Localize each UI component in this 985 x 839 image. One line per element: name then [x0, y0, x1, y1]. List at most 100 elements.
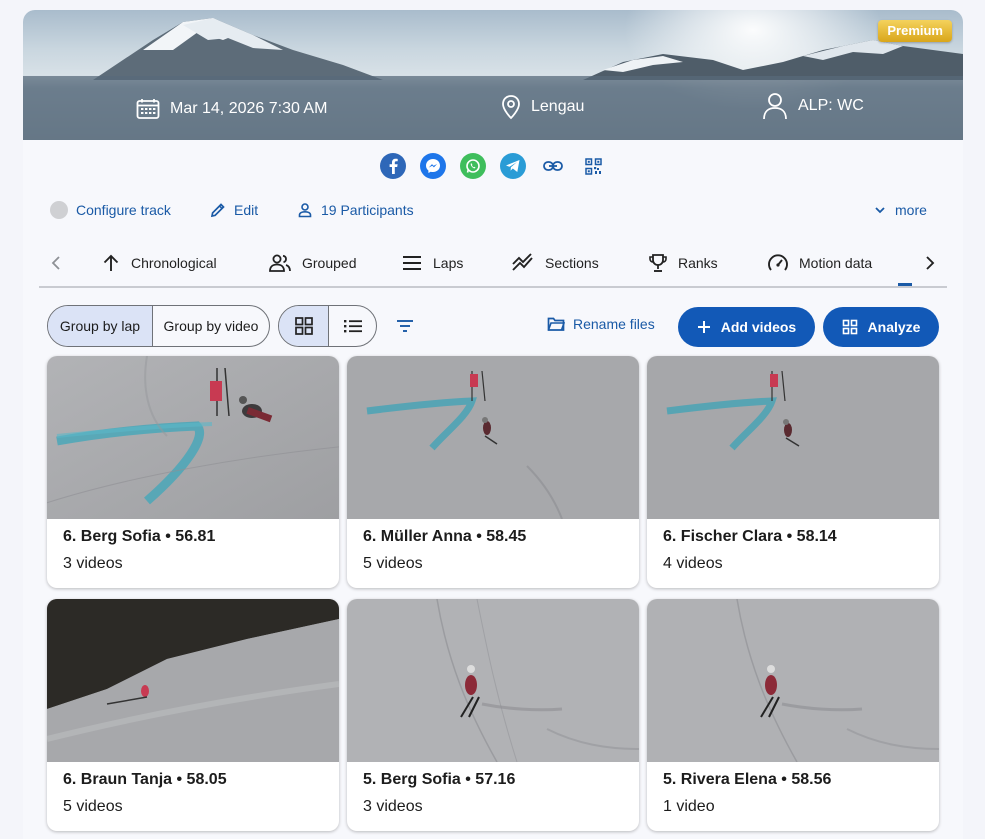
tabs-scroll-left[interactable]: [45, 252, 67, 274]
video-thumbnail[interactable]: [647, 356, 939, 519]
chevron-down-icon: [875, 207, 885, 214]
video-title: 6. Fischer Clara • 58.14: [663, 528, 837, 545]
participant-icon: [298, 203, 312, 218]
more-button[interactable]: more: [873, 198, 927, 222]
arrow-up-icon: [103, 254, 119, 271]
video-count: 5 videos: [63, 798, 123, 815]
video-count: 5 videos: [363, 555, 423, 572]
pencil-icon: [210, 203, 225, 218]
video-title: 5. Rivera Elena • 58.56: [663, 771, 832, 788]
video-card[interactable]: 5. Berg Sofia • 57.16 3 videos: [347, 599, 639, 831]
whatsapp-icon[interactable]: [460, 153, 486, 179]
filter-icon: [397, 320, 413, 332]
dashboard-icon: [842, 319, 857, 335]
video-thumbnail[interactable]: [647, 599, 939, 762]
analyze-button[interactable]: Analyze: [823, 307, 939, 347]
rename-files-label: Rename files: [573, 316, 655, 332]
video-card[interactable]: 5. Rivera Elena • 58.56 1 video: [647, 599, 939, 831]
trend-icon: [512, 253, 533, 271]
grid-view-button[interactable]: [279, 306, 328, 346]
messenger-icon[interactable]: [420, 153, 446, 179]
event-category-text: ALP: WC: [798, 97, 864, 114]
video-title: 6. Braun Tanja • 58.05: [63, 771, 227, 788]
event-date: Mar 14, 2026 7:30 AM: [136, 97, 327, 121]
tab-label: Sections: [545, 255, 599, 271]
tab-chronological[interactable]: Chronological: [101, 251, 217, 275]
tab-sections[interactable]: Sections: [511, 251, 599, 275]
group-by-video-button[interactable]: Group by video: [152, 306, 269, 346]
configure-track-button[interactable]: Configure track: [50, 198, 171, 222]
folder-icon: [547, 317, 565, 331]
facebook-icon[interactable]: [380, 153, 406, 179]
event-location: Lengau: [501, 95, 585, 120]
tab-label: Chronological: [131, 255, 217, 271]
event-location-text: Lengau: [531, 98, 585, 115]
tab-motion-data[interactable]: Motion data: [767, 251, 872, 275]
view-tabs: Chronological Grouped Laps Sections Rank…: [39, 246, 947, 288]
share-bar: [23, 152, 963, 182]
telegram-icon[interactable]: [500, 153, 526, 179]
more-label: more: [895, 202, 927, 218]
add-videos-label: Add videos: [720, 319, 797, 335]
participants-label: 19 Participants: [321, 202, 414, 218]
track-status-dot: [50, 201, 68, 219]
video-count: 1 video: [663, 798, 715, 815]
tabs-scroll-right[interactable]: [919, 252, 941, 274]
rename-files-button[interactable]: Rename files: [547, 316, 655, 332]
calendar-icon: [136, 99, 160, 119]
video-card[interactable]: 6. Braun Tanja • 58.05 5 videos: [47, 599, 339, 831]
edit-button[interactable]: Edit: [210, 198, 258, 222]
filter-button[interactable]: [394, 316, 416, 336]
list-icon: [343, 320, 362, 333]
trophy-icon: [649, 254, 667, 272]
video-toolbar: Group by lap Group by video Rename files…: [23, 305, 963, 347]
tab-ranks[interactable]: Ranks: [648, 251, 718, 275]
event-card: Premium Mar 14, 2026 7:30 AM Lengau ALP:…: [23, 10, 963, 839]
tab-grouped[interactable]: Grouped: [268, 251, 356, 275]
event-date-text: Mar 14, 2026 7:30 AM: [170, 100, 328, 117]
video-card[interactable]: 6. Müller Anna • 58.45 5 videos: [347, 356, 639, 588]
menu-lines-icon: [403, 256, 421, 270]
group-toggle: Group by lap Group by video: [47, 305, 270, 347]
participants-button[interactable]: 19 Participants: [297, 198, 414, 222]
video-card[interactable]: 6. Fischer Clara • 58.14 4 videos: [647, 356, 939, 588]
tab-label: Grouped: [302, 255, 357, 271]
group-by-lap-button[interactable]: Group by lap: [48, 306, 152, 346]
video-title: 5. Berg Sofia • 57.16: [363, 771, 516, 788]
chevron-left-icon: [51, 256, 60, 270]
event-header-banner: Premium Mar 14, 2026 7:30 AM Lengau ALP:…: [23, 10, 963, 140]
video-count: 3 videos: [363, 798, 423, 815]
video-thumbnail[interactable]: [47, 599, 339, 762]
list-view-button[interactable]: [328, 306, 376, 346]
location-pin-icon: [502, 95, 520, 120]
tab-label: Ranks: [678, 255, 718, 271]
view-mode-toggle: [278, 305, 377, 347]
active-tab-indicator: [898, 283, 912, 286]
grid-icon: [294, 317, 313, 335]
video-count: 3 videos: [63, 555, 123, 572]
event-category: ALP: WC: [762, 93, 864, 120]
video-thumbnail[interactable]: [347, 599, 639, 762]
people-icon: [269, 254, 291, 272]
tab-label: Laps: [433, 255, 464, 271]
video-thumbnail[interactable]: [47, 356, 339, 519]
plus-icon: [697, 321, 710, 333]
event-actions: Configure track Edit 19 Participants mor…: [23, 198, 963, 222]
premium-badge: Premium: [878, 20, 952, 42]
video-title: 6. Berg Sofia • 56.81: [63, 528, 216, 545]
tab-laps[interactable]: Laps: [401, 251, 463, 275]
qr-code-icon[interactable]: [580, 153, 606, 179]
edit-label: Edit: [234, 202, 259, 218]
person-icon: [763, 93, 787, 120]
tab-label: Motion data: [799, 255, 873, 271]
video-card[interactable]: 6. Berg Sofia • 56.81 3 videos: [47, 356, 339, 588]
video-title: 6. Müller Anna • 58.45: [363, 528, 527, 545]
analyze-label: Analyze: [867, 319, 921, 335]
video-count: 4 videos: [663, 555, 723, 572]
link-icon[interactable]: [540, 153, 566, 179]
chevron-right-icon: [926, 256, 935, 270]
configure-track-label: Configure track: [76, 202, 171, 218]
add-videos-button[interactable]: Add videos: [678, 307, 815, 347]
speedometer-icon: [768, 254, 788, 271]
video-thumbnail[interactable]: [347, 356, 639, 519]
